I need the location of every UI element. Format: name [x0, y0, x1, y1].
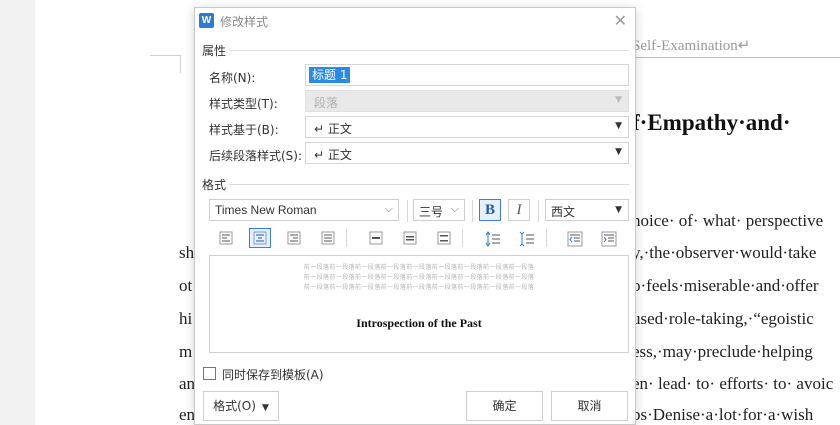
- document-text-line: en· lead· to· efforts· to· avoic: [632, 374, 834, 393]
- document-text-line: hi: [179, 309, 193, 328]
- style-preview: 前一段落前一段落前一段落前一段落前一段落前一段落前一段落前一段落前一段落 前一段…: [209, 255, 629, 353]
- italic-button[interactable]: I: [508, 199, 530, 221]
- indent-increase-icon: [601, 231, 617, 247]
- based-on-label: 样式基于(B):: [209, 123, 279, 137]
- ok-button[interactable]: 确定: [466, 391, 543, 421]
- margin-corner-mark: [150, 55, 180, 56]
- based-on-select[interactable]: ↵ 正文 ▼: [305, 116, 629, 138]
- document-text-line: an: [179, 374, 196, 393]
- wps-app-icon: W: [199, 13, 214, 28]
- properties-section-label: 属性: [202, 44, 227, 58]
- line-spacing-one-half-icon: [403, 231, 417, 245]
- document-heading: f·Empathy·and·: [632, 110, 791, 135]
- preview-sample-line: 前一段落前一段落前一段落前一段落前一段落前一段落前一段落前一段落前一段落: [303, 264, 535, 271]
- dropdown-arrow-icon: ▼: [261, 403, 269, 413]
- format-menu-button[interactable]: 格式(O) ▼: [203, 391, 279, 421]
- align-right-button[interactable]: [283, 228, 305, 248]
- format-section-label: 格式: [202, 178, 227, 192]
- close-icon[interactable]: ✕: [614, 11, 627, 30]
- document-header-text: Self-Examination↵: [632, 38, 751, 54]
- document-text-line: hoice· of· what· perspective: [632, 211, 824, 230]
- document-text-line: ps·Denise·a·lot·for·a·wish: [632, 405, 814, 424]
- dialog-title: 修改样式: [220, 15, 269, 29]
- one-half-spacing-button[interactable]: [399, 228, 421, 248]
- next-style-value: ↵ 正文: [314, 148, 352, 162]
- decrease-indent-button[interactable]: [563, 228, 585, 248]
- chevron-down-icon: ⌵: [384, 202, 393, 215]
- toolbar-separator: [407, 200, 408, 222]
- margin-corner-mark-vertical: [180, 55, 181, 73]
- based-on-value: ↵ 正文: [314, 122, 352, 136]
- toolbar-separator: [538, 200, 539, 222]
- justify-icon: [321, 231, 335, 245]
- align-center-icon: [253, 231, 267, 245]
- script-value: 西文: [551, 205, 576, 219]
- line-spacing-single-icon: [369, 231, 383, 245]
- preview-text: Introspection of the Past: [356, 316, 482, 330]
- document-gutter: [0, 0, 35, 425]
- toolbar-separator: [462, 229, 463, 247]
- document-text-line: o·feels·miserable·and·offer: [632, 276, 819, 295]
- align-right-icon: [287, 231, 301, 245]
- cancel-button[interactable]: 取消: [551, 391, 628, 421]
- font-name-value: Times New Roman: [215, 203, 317, 217]
- paragraph-spacing-increase-icon: [485, 231, 500, 247]
- decrease-paragraph-spacing-button[interactable]: [515, 228, 537, 248]
- font-name-select[interactable]: Times New Roman ⌵: [209, 199, 399, 221]
- toolbar-separator: [472, 200, 473, 222]
- dropdown-arrow-icon: ▼: [615, 147, 622, 157]
- name-label: 名称(N):: [209, 71, 256, 85]
- document-text-line: m: [179, 342, 193, 361]
- bold-button[interactable]: B: [479, 199, 501, 221]
- modify-style-dialog: W 修改样式 ✕ 属性 名称(N): 标题 1 样式类型(T): 段落 ▼ 样式…: [194, 7, 636, 425]
- document-text-line: en: [179, 405, 196, 424]
- indent-decrease-icon: [567, 231, 583, 247]
- next-style-select[interactable]: ↵ 正文 ▼: [305, 142, 629, 164]
- style-type-value: 段落: [314, 96, 339, 110]
- style-type-label: 样式类型(T):: [209, 97, 278, 111]
- dropdown-arrow-icon: ▼: [615, 95, 622, 105]
- paragraph-spacing-decrease-icon: [519, 231, 534, 247]
- align-left-button[interactable]: [215, 228, 237, 248]
- document-text-line: ess,·may·preclude·helping: [632, 342, 813, 361]
- name-input[interactable]: 标题 1: [305, 64, 629, 86]
- preview-sample-line: 前一段落前一段落前一段落前一段落前一段落前一段落前一段落前一段落前一段落: [303, 284, 535, 291]
- document-text-line: y,·the·observer·would·take: [632, 243, 817, 262]
- align-left-icon: [219, 231, 233, 245]
- script-select[interactable]: 西文 ▼: [545, 199, 629, 221]
- increase-paragraph-spacing-button[interactable]: [481, 228, 503, 248]
- document-text-line: ot: [179, 276, 193, 295]
- font-size-select[interactable]: 三号 ⌵: [413, 199, 465, 221]
- name-value: 标题 1: [309, 67, 351, 83]
- increase-indent-button[interactable]: [597, 228, 619, 248]
- format-divider: [229, 184, 629, 185]
- save-to-template-label[interactable]: 同时保存到模板(A): [222, 366, 324, 383]
- properties-divider: [229, 50, 629, 51]
- dropdown-arrow-icon: ▼: [615, 121, 622, 131]
- next-style-label: 后续段落样式(S):: [209, 149, 303, 163]
- style-type-select: 段落 ▼: [305, 90, 629, 112]
- toolbar-separator: [546, 229, 547, 247]
- double-spacing-button[interactable]: [433, 228, 455, 248]
- chevron-down-icon: ⌵: [450, 202, 459, 215]
- align-center-button[interactable]: [249, 228, 271, 248]
- header-divider: [632, 57, 840, 58]
- single-spacing-button[interactable]: [365, 228, 387, 248]
- preview-sample-line: 前一段落前一段落前一段落前一段落前一段落前一段落前一段落前一段落前一段落: [303, 274, 535, 281]
- justify-button[interactable]: [317, 228, 339, 248]
- document-text-line: used·role-taking,·“egoistic: [632, 309, 814, 328]
- save-to-template-checkbox[interactable]: [203, 367, 216, 380]
- document-text-line: sh: [179, 243, 195, 262]
- font-size-value: 三号: [419, 205, 444, 219]
- toolbar-separator: [346, 229, 347, 247]
- line-spacing-double-icon: [437, 231, 451, 245]
- dialog-titlebar[interactable]: W 修改样式 ✕: [195, 8, 635, 34]
- format-button-label: 格式(O): [213, 399, 256, 413]
- dropdown-arrow-icon: ▼: [615, 205, 622, 215]
